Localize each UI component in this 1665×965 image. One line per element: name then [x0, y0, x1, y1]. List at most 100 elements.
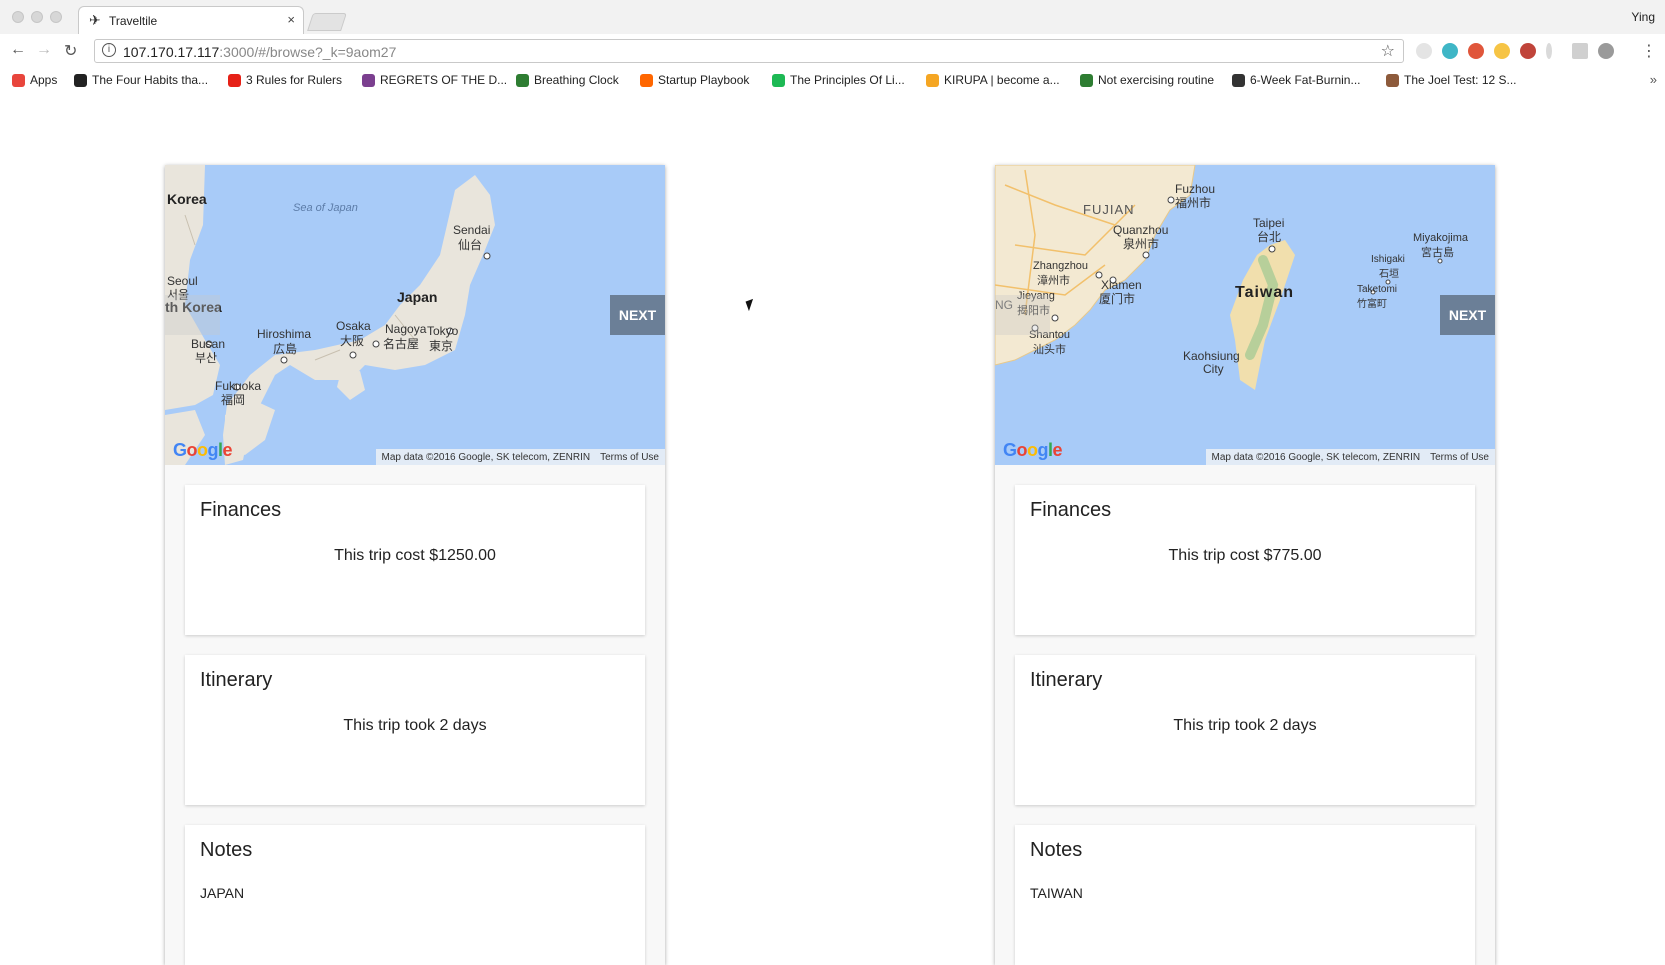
bookmark-item[interactable]: Breathing Clock [516, 73, 619, 87]
reload-icon[interactable]: ↻ [64, 41, 77, 61]
bookmark-item[interactable]: REGRETS OF THE D... [362, 73, 507, 87]
map-label: FUJIAN [1083, 202, 1135, 217]
bookmark-item[interactable]: The Four Habits tha... [74, 73, 208, 87]
map-label: 福岡 [221, 393, 246, 407]
trip-card-japan: Korea Sea of Japan Sendai 仙台 Japan Seoul… [165, 165, 665, 965]
bookmark-label: Apps [30, 73, 58, 87]
map-label: Korea [167, 191, 207, 207]
bookmark-favicon-icon [12, 73, 25, 87]
terms-link[interactable]: Terms of Use [1430, 452, 1489, 463]
bookmark-favicon-icon [640, 73, 653, 87]
map-label: Osaka [336, 319, 371, 333]
itinerary-panel: Itinerary This trip took 2 days [185, 655, 645, 805]
bookmark-favicon-icon [228, 73, 241, 87]
extension-flag-icon[interactable] [1520, 43, 1536, 59]
finances-text: This trip cost $1250.00 [334, 547, 496, 564]
bookmark-label: The Four Habits tha... [92, 73, 209, 87]
map-label: Taketomi [1357, 284, 1398, 295]
map-attribution: Map data ©2016 Google, SK telecom, ZENRI… [375, 449, 665, 465]
maximize-window-icon[interactable] [50, 11, 62, 23]
prev-button[interactable] [995, 295, 1050, 335]
extension-page-icon[interactable] [1572, 43, 1588, 59]
url-text[interactable]: 107.170.17.117:3000/#/browse?_k=9aom27 [123, 44, 396, 60]
map-label: 汕头市 [1033, 344, 1066, 356]
info-icon[interactable]: i [102, 43, 116, 57]
map-label: Kaohsiung [1183, 349, 1240, 363]
bookmark-favicon-icon [926, 73, 939, 87]
map-label: Taiwan [1235, 284, 1295, 301]
map-label: 泉州市 [1123, 237, 1160, 251]
bookmark-star-icon[interactable]: ☆ [1381, 41, 1395, 61]
itinerary-text: This trip took 2 days [1173, 717, 1317, 734]
trip-card-taiwan: Fuzhou 福州市 FUJIAN Quanzhou 泉州市 Taipei 台北… [995, 165, 1495, 965]
bookmark-label: KIRUPA | become a... [944, 73, 1060, 87]
airplane-icon: ✈ [89, 12, 101, 28]
browser-tab[interactable]: ✈ Traveltile × [78, 6, 304, 34]
url-path: :3000/#/browse?_k=9aom27 [219, 44, 397, 60]
extension-icon[interactable] [1416, 43, 1432, 59]
bookmarks-overflow-icon[interactable]: » [1650, 72, 1657, 87]
map-label: 広島 [273, 342, 298, 356]
bookmark-item[interactable]: KIRUPA | become a... [926, 73, 1060, 87]
map-attribution: Map data ©2016 Google, SK telecom, ZENRI… [1205, 449, 1495, 465]
map-landmass [995, 165, 1443, 390]
notes-text: JAPAN [200, 885, 245, 901]
bookmark-label: 6-Week Fat-Burnin... [1250, 73, 1361, 87]
next-button[interactable]: NEXT [610, 295, 665, 335]
new-tab-button[interactable] [307, 13, 347, 31]
extension-r-icon[interactable] [1546, 43, 1552, 59]
itinerary-title: Itinerary [200, 669, 273, 691]
extension-bolt-icon[interactable] [1494, 43, 1510, 59]
prev-button[interactable] [165, 295, 220, 335]
google-logo: Google [1003, 440, 1063, 460]
bookmark-label: The Joel Test: 12 S... [1404, 73, 1517, 87]
bookmark-favicon-icon [1080, 73, 1093, 87]
extension-g-icon[interactable] [1598, 43, 1614, 59]
map-label: Tokyo [427, 324, 459, 338]
map-label: City [1203, 362, 1224, 376]
bookmark-item[interactable]: The Principles Of Li... [772, 73, 905, 87]
notes-text: TAIWAN [1030, 885, 1083, 901]
map-label: 東京 [429, 339, 454, 353]
navigation-bar: ← → ↻ i 107.170.17.117:3000/#/browse?_k=… [0, 34, 1665, 68]
menu-icon[interactable]: ⋮ [1641, 41, 1657, 61]
map-label: Nagoya [385, 322, 427, 336]
bookmark-item[interactable]: Apps [12, 73, 57, 87]
bookmarks-bar: Apps The Four Habits tha... 3 Rules for Ru… [0, 68, 1665, 94]
extension-m-icon[interactable] [1442, 43, 1458, 59]
map-label: 大阪 [340, 334, 365, 348]
back-icon[interactable]: ← [10, 41, 26, 59]
bookmark-favicon-icon [1232, 73, 1245, 87]
minimize-window-icon[interactable] [31, 11, 43, 23]
map-label: Ishigaki [1371, 254, 1405, 265]
map-label: Miyakojima [1413, 232, 1469, 244]
address-bar[interactable]: i 107.170.17.117:3000/#/browse?_k=9aom27… [94, 39, 1404, 63]
bookmark-favicon-icon [74, 73, 87, 87]
map-label: 부산 [195, 351, 218, 365]
bookmark-item[interactable]: Not exercising routine [1080, 73, 1214, 87]
forward-icon[interactable]: → [36, 41, 52, 59]
map-label: Zhangzhou [1033, 260, 1089, 272]
google-logo: Google [173, 440, 233, 460]
finances-panel: Finances This trip cost $1250.00 [185, 485, 645, 635]
trip-map[interactable]: Fuzhou 福州市 FUJIAN Quanzhou 泉州市 Taipei 台北… [995, 165, 1495, 465]
profile-name[interactable]: Ying [1631, 10, 1655, 24]
bookmark-item[interactable]: 6-Week Fat-Burnin... [1232, 73, 1360, 87]
terms-link[interactable]: Terms of Use [600, 452, 659, 463]
map-label: 石垣 [1379, 269, 1399, 280]
mouse-cursor [745, 298, 757, 312]
bookmark-item[interactable]: 3 Rules for Rulers [228, 73, 342, 87]
map-label: 漳州市 [1037, 275, 1070, 287]
map-label: 台北 [1257, 230, 1282, 244]
map-label: 仙台 [458, 238, 483, 252]
next-button[interactable]: NEXT [1440, 295, 1495, 335]
bookmark-favicon-icon [362, 73, 375, 87]
close-window-icon[interactable] [12, 11, 24, 23]
map-label: Sendai [453, 223, 491, 237]
extension-opera-icon[interactable] [1468, 43, 1484, 59]
close-tab-icon[interactable]: × [287, 12, 295, 27]
trip-map[interactable]: Korea Sea of Japan Sendai 仙台 Japan Seoul… [165, 165, 665, 465]
bookmark-item[interactable]: Startup Playbook [640, 73, 749, 87]
map-landmass [165, 165, 495, 465]
bookmark-item[interactable]: The Joel Test: 12 S... [1386, 73, 1517, 87]
